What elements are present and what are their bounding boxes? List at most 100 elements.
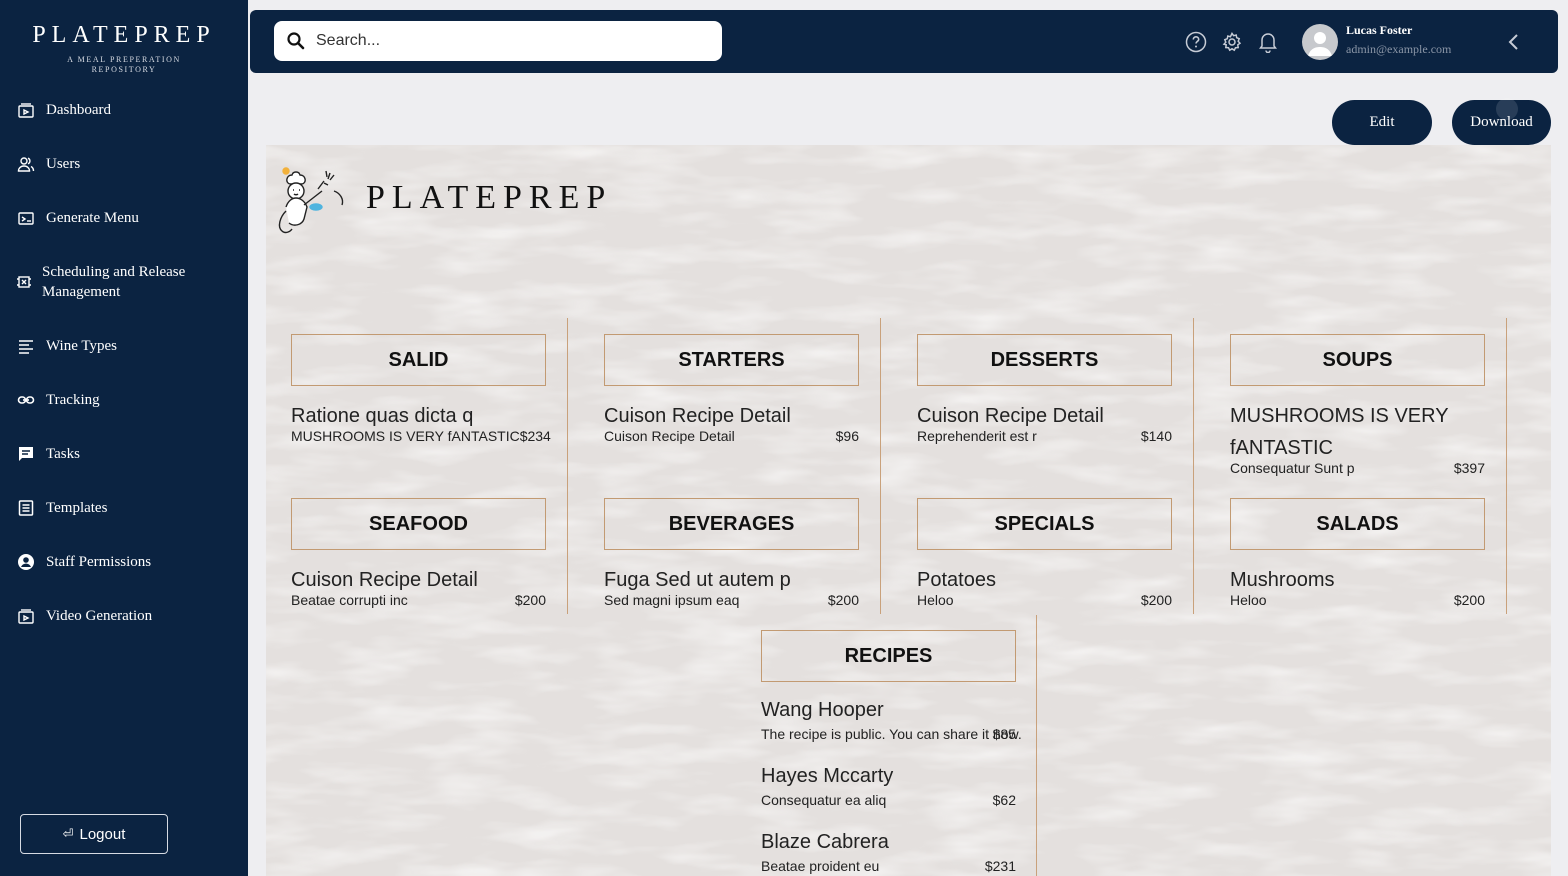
menu-item-price: $140 [1140,428,1172,444]
sidebar-item-dashboard[interactable]: Dashboard [16,100,111,120]
menu-item-price: $200 [827,592,859,608]
menu-item-price: $200 [514,592,546,608]
logout-button[interactable]: ⏎ Logout [20,814,168,854]
sidebar-item-label: Templates [46,499,108,516]
chef-logo-icon [274,161,358,246]
menu-item-desc: Sed magni ipsum eaq [604,592,740,608]
link-icon [16,390,36,410]
sidebar-item-tasks[interactable]: Tasks [16,444,80,464]
menu-item-row: MUSHROOMS IS VERY fANTASTIC $234 [291,428,551,444]
category-title: BEVERAGES [604,498,859,550]
category-title: RECIPES [761,630,1016,682]
sidebar-item-label: Tasks [46,445,80,462]
column-divider [880,318,881,614]
edit-label: Edit [1369,114,1395,130]
recipe-row: Consequatur ea aliq $62 [761,792,1016,810]
brand-title: PLATEPREP [32,22,216,48]
recipe-desc: The recipe is public. You can share it n… [761,726,1022,742]
menu-category: BEVERAGES Fuga Sed ut autem p Sed magni … [604,498,859,608]
recipes-section: RECIPES Wang Hooper The recipe is public… [761,630,1022,876]
help-icon[interactable] [1185,31,1207,53]
sidebar-item-templates[interactable]: Templates [16,498,107,518]
edit-button[interactable]: Edit [1332,100,1432,145]
user-name: Lucas Foster [1346,23,1413,37]
generate-menu-icon [16,208,36,228]
sidebar-item-label: Staff Permissions [46,553,152,570]
menu-category: DESSERTS Cuison Recipe Detail Reprehende… [917,334,1172,444]
menu-preview: PLATEPREP SALID Ratione quas dicta q MUS… [266,145,1551,876]
menu-category: SALADS Mushrooms Heloo $200 [1230,498,1485,608]
recipe-row: Beatae proident eu $231 [761,858,1016,876]
recipe-row: The recipe is public. You can share it n… [761,726,1022,744]
sidebar-item-users[interactable]: Users [16,154,80,174]
gear-icon[interactable] [1221,31,1243,53]
search-box[interactable] [274,21,722,61]
brand-subtitle: A MEAL PREPERATION REPOSITORY [67,55,181,74]
top-bar: Lucas Foster admin@example.com [250,10,1558,73]
category-title: SPECIALS [917,498,1172,550]
sidebar-item-label: Tracking [46,391,100,408]
category-title: SALID [291,334,546,386]
recipe-desc: Consequatur ea aliq [761,792,887,808]
menu-item-name: MUSHROOMS IS VERY fANTASTIC [1230,405,1449,459]
menu-item-row: Consequatur Sunt p $397 [1230,460,1485,476]
sidebar-item-label: Generate Menu [46,209,139,226]
menu-category: SEAFOOD Cuison Recipe Detail Beatae corr… [291,498,546,608]
menu-item-desc: Heloo [917,592,954,608]
download-button[interactable]: Download [1452,98,1551,145]
bell-icon[interactable] [1257,31,1279,53]
recipe-price: $85 [992,726,1016,742]
recipe-item: Hayes Mccarty Consequatur ea aliq $62 [761,760,1016,810]
search-input[interactable] [314,31,698,51]
menu-category: SALID Ratione quas dicta q MUSHROOMS IS … [291,334,551,444]
category-title: DESSERTS [917,334,1172,386]
column-divider [1506,318,1507,614]
sidebar-item-tracking[interactable]: Tracking [16,390,100,410]
account-icon [16,552,36,572]
chevron-left-icon[interactable] [1504,31,1524,58]
recipe-name: Wang Hooper [761,699,884,721]
column-divider [1193,318,1194,614]
download-label: Download [1470,114,1533,130]
search-icon [287,32,305,50]
template-icon [16,498,36,518]
sidebar-item-scheduling[interactable]: Scheduling and Release Management [14,262,192,302]
menu-item-row: Sed magni ipsum eaq $200 [604,592,859,608]
menu-item-desc: Reprehenderit est r [917,428,1037,444]
recipe-price: $62 [992,792,1016,808]
menu-item-price: $200 [1140,592,1172,608]
chat-icon [16,444,36,464]
menu-item-price: $96 [835,428,859,444]
list-icon [16,336,36,356]
users-icon [16,154,36,174]
sidebar-item-wine-types[interactable]: Wine Types [16,336,117,356]
brand-logo[interactable]: PLATEPREP A MEAL PREPERATION REPOSITORY [0,0,248,75]
recipe-price: $231 [984,858,1016,874]
sidebar-item-staff-permissions[interactable]: Staff Permissions [16,552,151,572]
recipe-item: Wang Hooper The recipe is public. You ca… [761,694,1022,744]
menu-item-desc: MUSHROOMS IS VERY fANTASTIC [291,428,520,444]
recipe-name: Hayes Mccarty [761,765,894,787]
sidebar-item-label: Users [46,155,81,172]
menu-item-desc: Cuison Recipe Detail [604,428,735,444]
video-icon [16,606,36,626]
recipe-name: Blaze Cabrera [761,831,889,853]
sidebar-item-generate-menu[interactable]: Generate Menu [16,208,139,228]
column-divider [567,318,568,614]
avatar[interactable] [1302,24,1338,60]
sidebar: PLATEPREP A MEAL PREPERATION REPOSITORY … [0,0,248,876]
sidebar-item-label: Scheduling and Release Management [42,264,186,300]
menu-category: SOUPS MUSHROOMS IS VERY fANTASTIC Conseq… [1230,334,1485,476]
menu-category: SPECIALS Potatoes Heloo $200 [917,498,1172,608]
menu-item-price: $234 [519,428,551,444]
logout-icon: ⏎ [62,826,74,841]
category-title: SEAFOOD [291,498,546,550]
menu-category: STARTERS Cuison Recipe Detail Cuison Rec… [604,334,859,444]
sidebar-item-video-generation[interactable]: Video Generation [16,606,152,626]
menu-item-price: $200 [1453,592,1485,608]
category-title: SALADS [1230,498,1485,550]
recipe-item: Blaze Cabrera Beatae proident eu $231 [761,826,1016,876]
dashboard-icon [16,100,36,120]
menu-item-price: $397 [1453,460,1485,476]
recipe-desc: Beatae proident eu [761,858,880,874]
